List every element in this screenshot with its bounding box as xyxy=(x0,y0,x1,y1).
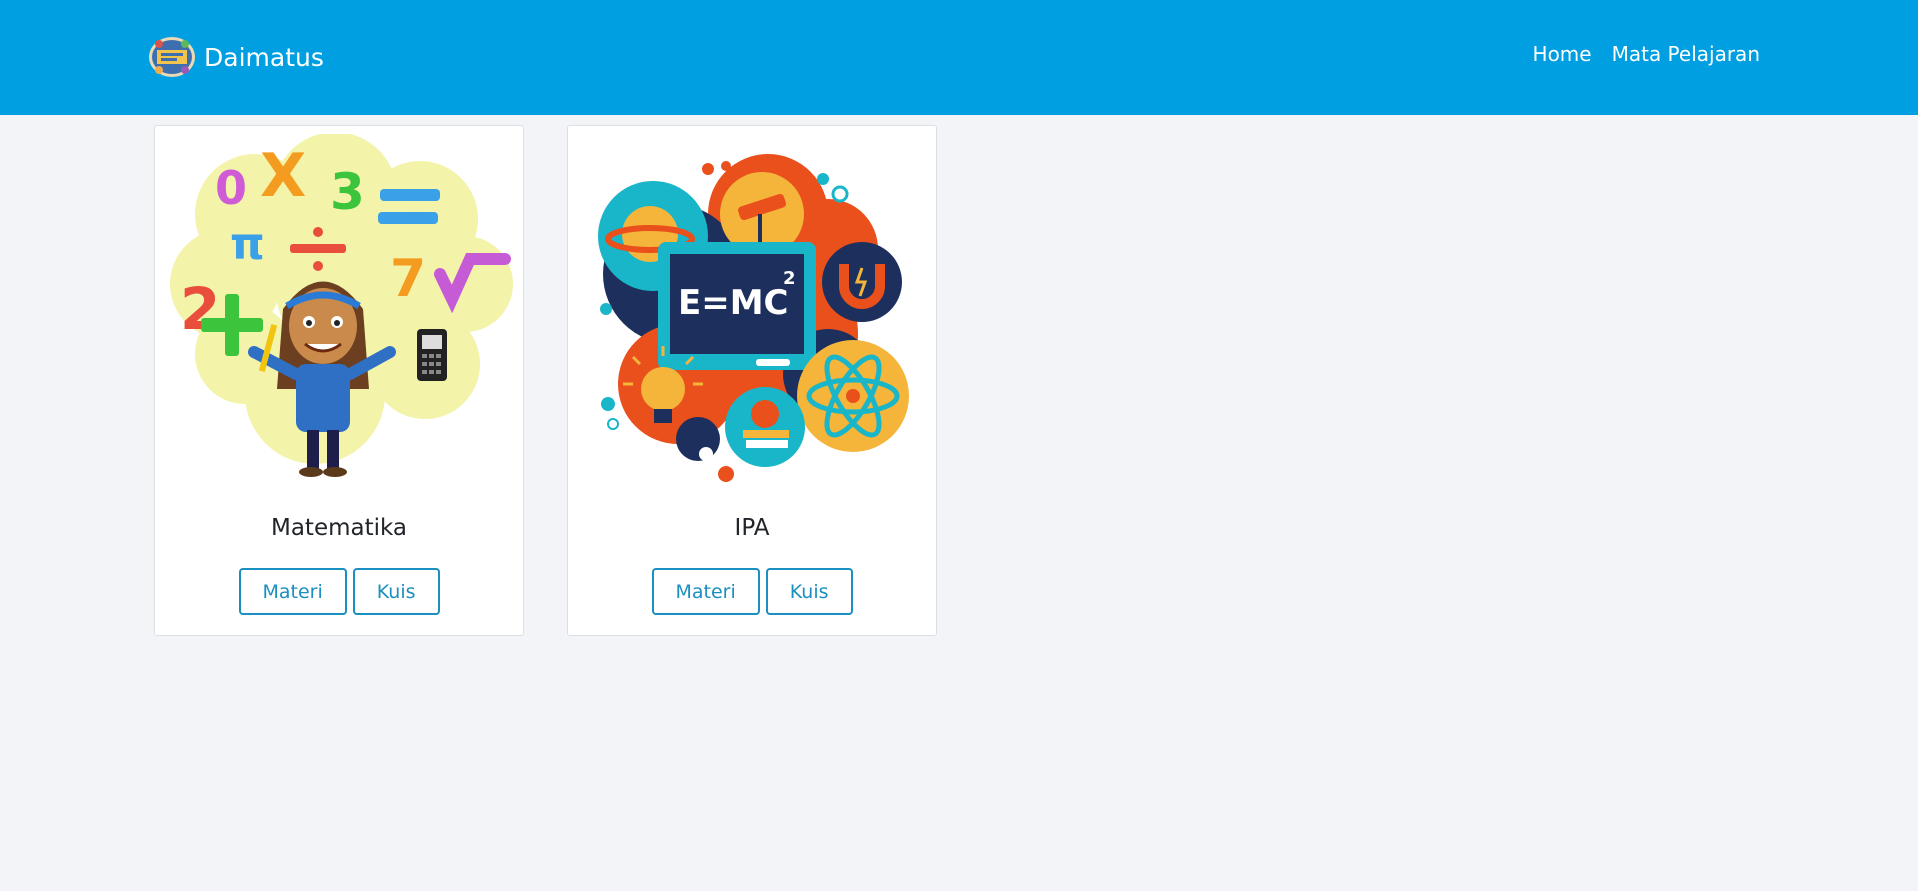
svg-text:0: 0 xyxy=(215,161,247,215)
card-actions: Materi Kuis xyxy=(155,568,523,615)
main-nav: Home Mata Pelajaran xyxy=(1533,42,1760,66)
kuis-button[interactable]: Kuis xyxy=(765,568,853,615)
math-illustration: 0 X 3 π 7 2 xyxy=(170,134,513,477)
brand-logo-icon xyxy=(149,37,195,77)
navbar: Daimatus Home Mata Pelajaran xyxy=(0,0,1918,115)
nav-home-link[interactable]: Home xyxy=(1533,42,1592,66)
science-illustration: E=MC 2 xyxy=(598,154,909,482)
brand-name: Daimatus xyxy=(204,42,324,72)
nav-mata-pelajaran-link[interactable]: Mata Pelajaran xyxy=(1612,42,1760,66)
subject-card-matematika: 0 X 3 π 7 2 Matematika Materi Kuis xyxy=(154,125,524,636)
card-title: IPA xyxy=(734,515,770,541)
materi-button[interactable]: Materi xyxy=(238,568,347,615)
svg-text:7: 7 xyxy=(390,249,426,309)
svg-text:2: 2 xyxy=(783,268,796,289)
subject-card-ipa: E=MC 2 IPA Materi Kuis xyxy=(567,125,937,636)
materi-button[interactable]: Materi xyxy=(651,568,760,615)
svg-text:X: X xyxy=(260,141,306,211)
card-title: Matematika xyxy=(270,515,408,541)
kuis-button[interactable]: Kuis xyxy=(352,568,440,615)
card-actions: Materi Kuis xyxy=(568,568,936,615)
brand-link[interactable]: Daimatus xyxy=(147,35,324,79)
svg-text:π: π xyxy=(230,219,265,270)
svg-text:2: 2 xyxy=(180,275,220,343)
svg-text:E=MC: E=MC xyxy=(678,283,789,323)
svg-text:3: 3 xyxy=(330,163,365,221)
